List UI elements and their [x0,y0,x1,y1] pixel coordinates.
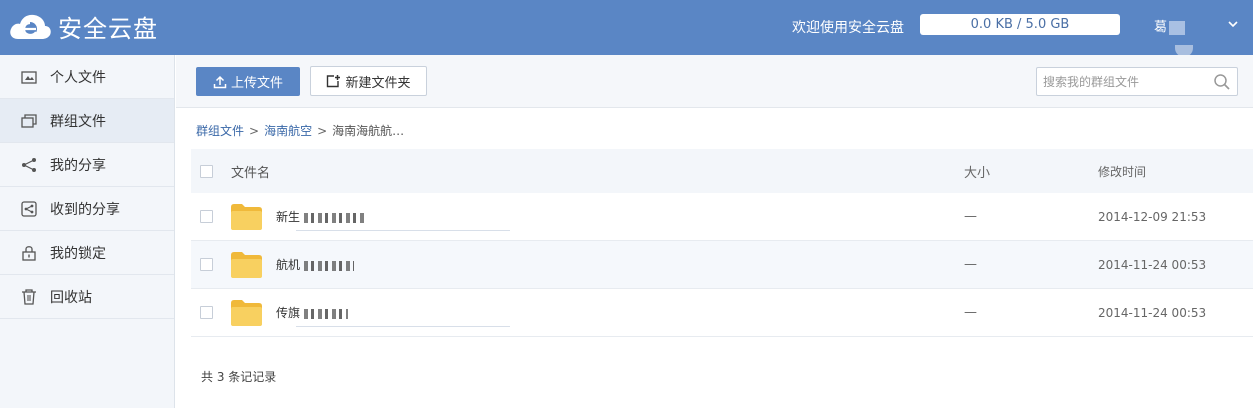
file-size: — [964,257,977,272]
search-box [1036,67,1238,96]
row-name-cell: 传旗 [231,299,964,327]
sidebar-item-received-shares[interactable]: 收到的分享 [0,187,174,231]
toolbar: 上传文件 新建文件夹 [176,55,1253,108]
table-row[interactable]: 航机 — 2014-11-24 00:53 [191,241,1253,289]
received-share-icon [20,200,38,218]
file-table: 文件名 大小 修改时间 新生 — 2014-12-09 21:53 航机 — 2… [191,149,1253,337]
breadcrumb: 群组文件 > 海南航空 > 海南海航航… [196,122,404,139]
breadcrumb-current: 海南海航航… [332,124,405,138]
personal-files-icon [20,68,38,86]
share-icon [20,156,38,174]
file-name-redacted [304,260,355,271]
select-all-checkbox[interactable] [200,164,213,178]
breadcrumb-item-hainan-airlines[interactable]: 海南航空 [264,124,312,138]
top-header: 安全云盘 欢迎使用安全云盘 0.0 KB / 5.0 GB 葛 [0,0,1253,57]
column-header-name[interactable]: 文件名 [231,162,964,181]
file-modified-time: 2014-11-24 00:53 [1098,305,1207,320]
file-name-underline [296,326,510,327]
select-all-cell [191,164,231,178]
column-header-time[interactable]: 修改时间 [1098,163,1253,180]
new-folder-icon [327,75,341,88]
welcome-text: 欢迎使用安全云盘 [792,20,904,36]
sidebar-item-label: 群组文件 [50,113,106,130]
row-checkbox[interactable] [200,306,213,319]
row-check-cell [191,258,231,271]
row-name-cell: 航机 [231,251,964,278]
file-size: — [964,209,977,224]
cloud-logo-icon [10,14,51,39]
sidebar-item-group-files[interactable]: 群组文件 [0,99,174,143]
app-logo[interactable]: 安全云盘 [8,9,158,44]
file-name-underline [296,230,510,231]
table-header: 文件名 大小 修改时间 [191,149,1253,193]
search-input[interactable] [1037,68,1207,95]
breadcrumb-separator: > [317,124,328,138]
sidebar-item-label: 收到的分享 [50,201,120,218]
file-modified-time: 2014-12-09 21:53 [1098,209,1207,224]
table-row[interactable]: 传旗 — 2014-11-24 00:53 [191,289,1253,337]
chevron-down-icon[interactable] [1226,17,1240,31]
column-header-size[interactable]: 大小 [964,162,1098,181]
file-name-text: 航机 [276,258,301,272]
file-name[interactable]: 航机 [276,256,355,273]
file-modified-time: 2014-11-24 00:53 [1098,257,1207,272]
file-size: — [964,305,977,320]
record-count: 共 3 条记记录 [201,370,277,384]
folder-icon [231,299,262,326]
row-checkbox[interactable] [200,258,213,271]
trash-icon [20,288,38,306]
upload-file-label: 上传文件 [230,76,283,91]
new-folder-label: 新建文件夹 [345,75,411,91]
sidebar-item-recycle-bin[interactable]: 回收站 [0,275,174,319]
storage-quota: 0.0 KB / 5.0 GB [920,14,1120,35]
folder-icon [231,203,262,230]
table-row[interactable]: 新生 — 2014-12-09 21:53 [191,193,1253,241]
breadcrumb-item-group-files[interactable]: 群组文件 [196,124,244,138]
sidebar-item-my-shares[interactable]: 我的分享 [0,143,174,187]
search-icon[interactable] [1213,73,1231,91]
breadcrumb-separator: > [249,124,260,138]
file-name-redacted [304,212,367,223]
sidebar-item-label: 我的分享 [50,157,106,174]
file-name-text: 新生 [276,210,301,224]
upload-file-button[interactable]: 上传文件 [196,67,300,96]
user-name-redacted [1169,20,1186,35]
app-title: 安全云盘 [58,15,158,43]
row-checkbox[interactable] [200,210,213,223]
file-name[interactable]: 新生 [276,208,510,231]
user-name-text: 葛 [1154,20,1168,35]
file-name-redacted [304,308,349,319]
sidebar-item-my-locks[interactable]: 我的锁定 [0,231,174,275]
sidebar-item-label: 个人文件 [50,69,106,86]
row-check-cell [191,210,231,223]
file-name-text: 传旗 [276,306,301,320]
lock-icon [20,244,38,262]
user-name[interactable]: 葛 [1154,16,1186,35]
sidebar: 个人文件 群组文件 我的分享 收到的分享 我的锁定 回收站 [0,55,175,408]
sidebar-item-label: 回收站 [50,289,92,306]
upload-icon [213,75,227,88]
file-name[interactable]: 传旗 [276,304,510,327]
new-folder-button[interactable]: 新建文件夹 [310,66,427,96]
row-name-cell: 新生 [231,203,964,231]
sidebar-item-personal-files[interactable]: 个人文件 [0,55,174,99]
group-files-icon [20,112,38,130]
row-check-cell [191,306,231,319]
folder-icon [231,251,262,278]
sidebar-item-label: 我的锁定 [50,245,106,262]
